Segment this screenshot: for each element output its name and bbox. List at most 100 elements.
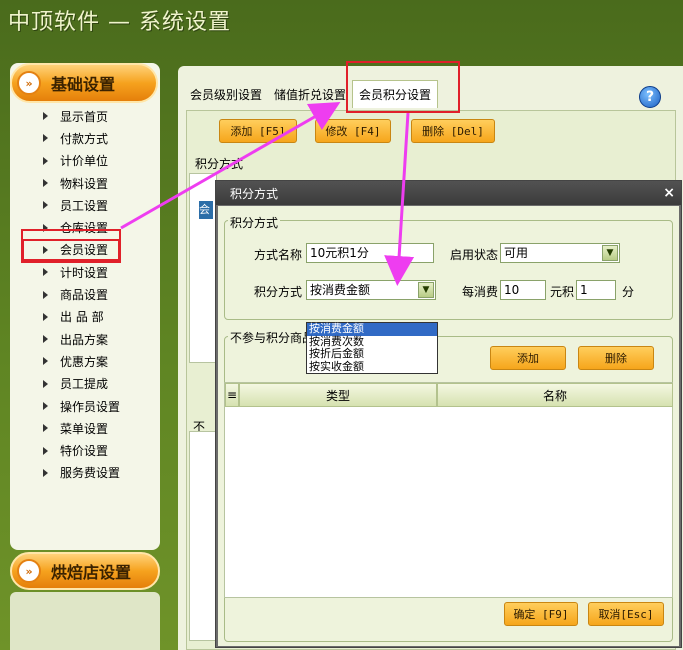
sidebar-item-special-price[interactable]: 特价设置	[10, 439, 160, 461]
app-title: 中顶软件 — 系统设置	[8, 10, 231, 35]
double-chevron-right-icon: »	[17, 71, 41, 95]
dropdown-option[interactable]: 按消费金额	[307, 322, 437, 336]
column-header-type[interactable]: 类型	[239, 383, 437, 407]
sidebar-item-label: 计价单位	[60, 154, 109, 169]
name-input[interactable]: 10元积1分	[306, 243, 434, 263]
sidebar-item-label: 菜单设置	[60, 421, 109, 436]
method-dropdown-list: 按消费金额 按消费次数 按折后金额 按实收金额	[306, 322, 438, 374]
ok-button[interactable]: 确定 [F9]	[504, 602, 578, 626]
sidebar-item-service-fee[interactable]: 服务费设置	[10, 462, 160, 484]
sidebar-item-label: 服务费设置	[60, 466, 121, 481]
sidebar-item-discount-plan[interactable]: 优惠方案	[10, 350, 160, 372]
sidebar-item-label: 特价设置	[60, 444, 109, 459]
triangle-right-icon	[43, 223, 48, 232]
double-chevron-right-icon: »	[17, 559, 41, 583]
tab-stored-value[interactable]: 储值折兑设置	[268, 80, 352, 108]
sidebar-item-label: 付款方式	[60, 131, 109, 146]
method-select-value: 按消费金额	[310, 283, 371, 297]
sidebar-item-operators[interactable]: 操作员设置	[10, 395, 160, 417]
column-header-name[interactable]: 名称	[437, 383, 673, 407]
sidebar: » 基础设置 显示首页 付款方式 计价单位 物料设置 员工设置 仓库设置 会员设…	[10, 63, 160, 550]
chevron-down-icon[interactable]: ▼	[602, 245, 618, 261]
points-input[interactable]: 1	[576, 280, 616, 300]
per-spend-input[interactable]: 10	[500, 280, 546, 300]
sidebar-item-menu[interactable]: 菜单设置	[10, 417, 160, 439]
method-label: 积分方式	[254, 285, 303, 299]
sidebar-item-label: 计时设置	[60, 265, 109, 280]
sidebar-item-output-plan[interactable]: 出品方案	[10, 328, 160, 350]
sidebar-item-label: 出 品 部	[60, 310, 104, 325]
sidebar-item-products[interactable]: 商品设置	[10, 283, 160, 305]
points-method-group	[224, 220, 673, 320]
tab-member-levels[interactable]: 会员级别设置	[184, 80, 268, 108]
dropdown-option[interactable]: 按实收金额	[307, 360, 437, 374]
triangle-right-icon	[43, 379, 48, 388]
triangle-right-icon	[43, 156, 48, 165]
sidebar-item-home[interactable]: 显示首页	[10, 105, 160, 127]
sidebar-item-payment[interactable]: 付款方式	[10, 127, 160, 149]
tab-label: 会员级别设置	[190, 87, 263, 102]
tab-label: 储值折兑设置	[274, 87, 347, 102]
excluded-grid	[189, 431, 217, 641]
sidebar-item-label: 会员设置	[60, 243, 109, 258]
triangle-right-icon	[43, 335, 48, 344]
sidebar-bottom-panel	[10, 592, 160, 650]
dialog-titlebar: 积分方式 ×	[216, 181, 681, 205]
sidebar-item-label: 员工提成	[60, 377, 109, 392]
delete-button[interactable]: 删除 [Del]	[411, 119, 495, 143]
triangle-right-icon	[43, 179, 48, 188]
edit-button[interactable]: 修改 [F4]	[315, 119, 391, 143]
tab-member-points[interactable]: 会员积分设置	[352, 80, 439, 108]
triangle-right-icon	[43, 245, 48, 254]
status-select[interactable]: 可用 ▼	[500, 243, 620, 263]
sidebar-item-warehouse[interactable]: 仓库设置	[10, 216, 160, 238]
tab-label: 会员积分设置	[359, 88, 432, 102]
cancel-button[interactable]: 取消[Esc]	[588, 602, 664, 626]
sidebar-item-label: 出品方案	[60, 332, 109, 347]
triangle-right-icon	[43, 134, 48, 143]
sidebar-item-label: 显示首页	[60, 109, 109, 124]
dialog-add-button[interactable]: 添加	[490, 346, 566, 370]
triangle-right-icon	[43, 424, 48, 433]
dialog-body: 积分方式 方式名称 10元积1分 启用状态 可用 ▼ 积分方式 按消费金额 ▼ …	[218, 206, 679, 646]
points-row-selected[interactable]: 会	[199, 201, 213, 219]
sidebar-item-staff[interactable]: 员工设置	[10, 194, 160, 216]
row-selector-icon: ≡	[225, 383, 239, 407]
dropdown-option[interactable]: 按折后金额	[307, 347, 437, 361]
triangle-right-icon	[43, 446, 48, 455]
sidebar-header-bakery-settings[interactable]: » 烘焙店设置	[10, 552, 160, 590]
triangle-right-icon	[43, 112, 48, 121]
section-points-label: 积分方式	[195, 157, 244, 171]
dialog-delete-button[interactable]: 删除	[578, 346, 654, 370]
sidebar-item-label: 优惠方案	[60, 354, 109, 369]
sidebar-item-timing[interactable]: 计时设置	[10, 261, 160, 283]
close-icon[interactable]: ×	[663, 185, 675, 201]
group-title: 积分方式	[228, 214, 281, 231]
sidebar-item-output-dept[interactable]: 出 品 部	[10, 306, 160, 328]
dialog-title: 积分方式	[230, 186, 279, 201]
triangle-right-icon	[43, 201, 48, 210]
help-icon[interactable]: ?	[639, 86, 661, 108]
points-method-dialog: 积分方式 × 积分方式 方式名称 10元积1分 启用状态 可用 ▼ 积分方式 按…	[215, 180, 682, 648]
sidebar-header-basic-settings[interactable]: » 基础设置	[10, 63, 158, 103]
sidebar-item-member[interactable]: 会员设置	[22, 238, 120, 262]
sidebar-item-label: 操作员设置	[60, 399, 121, 414]
name-label: 方式名称	[254, 248, 303, 262]
per-spend-label: 每消费	[462, 285, 499, 299]
sidebar-item-units[interactable]: 计价单位	[10, 150, 160, 172]
sidebar-item-label: 仓库设置	[60, 221, 109, 236]
yuan-label: 元积	[550, 285, 575, 299]
method-select[interactable]: 按消费金额 ▼	[306, 280, 436, 300]
sidebar-item-commission[interactable]: 员工提成	[10, 373, 160, 395]
excluded-group-title: 不参与积分商品	[228, 329, 317, 346]
sidebar-list: 显示首页 付款方式 计价单位 物料设置 员工设置 仓库设置 会员设置 计时设置 …	[10, 105, 160, 484]
sidebar-item-materials[interactable]: 物料设置	[10, 172, 160, 194]
add-button[interactable]: 添加 [F5]	[219, 119, 297, 143]
triangle-right-icon	[43, 402, 48, 410]
triangle-right-icon	[43, 468, 48, 477]
sidebar-bottom-label: 烘焙店设置	[51, 563, 132, 582]
triangle-right-icon	[43, 268, 48, 277]
fen-label: 分	[622, 285, 635, 299]
chevron-down-icon[interactable]: ▼	[418, 282, 434, 298]
sidebar-item-label: 员工设置	[60, 198, 109, 213]
